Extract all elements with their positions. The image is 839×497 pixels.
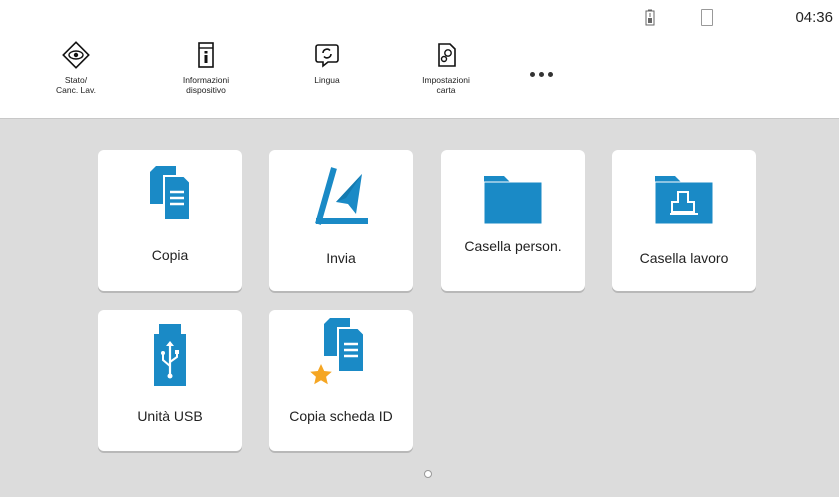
- send-tile-label: Invia: [326, 250, 356, 266]
- copy-tile-label: Copia: [151, 247, 189, 263]
- device-info-button[interactable]: Informazioni dispositivo: [151, 40, 261, 95]
- storage-card-icon: [701, 9, 713, 26]
- copy-icon: [150, 166, 191, 221]
- usb-icon: [154, 324, 186, 386]
- copy-tile[interactable]: Copia: [98, 150, 242, 291]
- job-box-tile[interactable]: Casella lavoro: [612, 150, 756, 291]
- id-card-copy-icon: [310, 318, 365, 385]
- usb-drive-tile[interactable]: Unità USB: [98, 310, 242, 451]
- paper-settings-label: Impostazioni carta: [422, 75, 470, 95]
- battery-icon: [644, 9, 656, 32]
- job-box-tile-label: Casella lavoro: [639, 250, 729, 266]
- paper-settings-button[interactable]: Impostazioni carta: [391, 40, 501, 95]
- eye-diamond-icon: [62, 41, 90, 69]
- more-dots-icon[interactable]: [528, 64, 568, 84]
- custom-box-tile[interactable]: Casella person.: [441, 150, 585, 291]
- language-button[interactable]: Lingua: [272, 40, 382, 85]
- send-tile[interactable]: Invia: [269, 150, 413, 291]
- id-card-copy-tile[interactable]: Copia scheda ID: [269, 310, 413, 451]
- clock-time: 04:36: [795, 9, 833, 26]
- status-bar: 04:36: [0, 0, 839, 36]
- usb-drive-tile-label: Unità USB: [137, 408, 203, 424]
- status-job-cancel-button[interactable]: Stato/ Canc. Lav.: [21, 40, 131, 95]
- paper-settings-icon: [438, 43, 456, 67]
- quick-toolbar: Stato/ Canc. Lav. Informazioni dispositi…: [0, 36, 839, 119]
- custom-box-tile-label: Casella person.: [464, 238, 562, 254]
- job-box-folder-icon: [654, 176, 714, 225]
- id-card-copy-tile-label: Copia scheda ID: [289, 408, 393, 424]
- device-info-icon: [198, 42, 214, 68]
- send-icon: [315, 167, 368, 225]
- folder-icon: [483, 176, 543, 225]
- device-info-label: Informazioni dispositivo: [182, 75, 230, 95]
- page-indicator-dot: [424, 470, 432, 478]
- language-icon: [315, 44, 339, 68]
- language-label: Lingua: [314, 75, 340, 85]
- status-job-cancel-label: Stato/ Canc. Lav.: [55, 75, 96, 95]
- home-screen: Copia Invia Casella person. Casella lavo…: [0, 119, 839, 497]
